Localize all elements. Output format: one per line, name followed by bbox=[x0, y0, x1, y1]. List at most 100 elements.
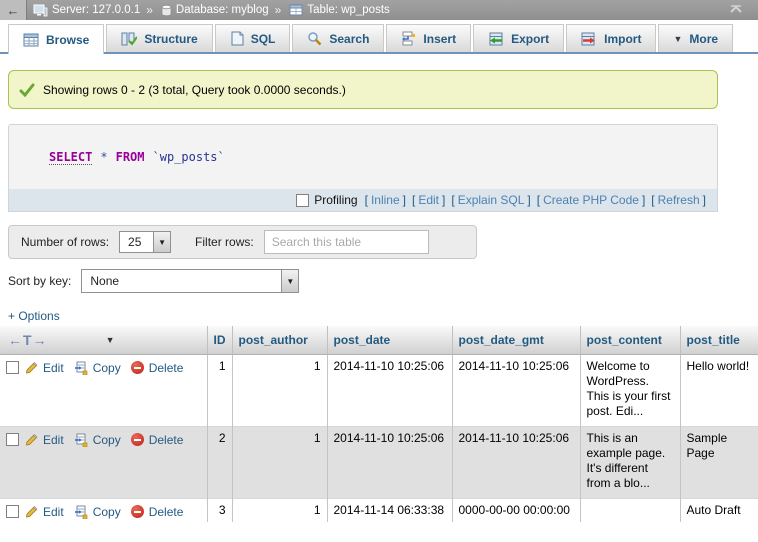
structure-icon bbox=[121, 32, 137, 46]
tab-export[interactable]: Export bbox=[473, 24, 564, 52]
import-icon bbox=[581, 32, 597, 46]
edit-pencil-icon[interactable] bbox=[24, 505, 38, 519]
sql-query-panel: SELECT * FROM `wp_posts` Profiling [ Inli… bbox=[8, 124, 718, 212]
cell-post-title: Sample Page bbox=[680, 426, 758, 498]
copy-link[interactable]: Copy bbox=[93, 361, 121, 375]
status-message: Showing rows 0 - 2 (3 total, Query took … bbox=[8, 70, 718, 109]
column-header-post-date[interactable]: post_date bbox=[327, 326, 452, 354]
tab-label: Search bbox=[329, 32, 369, 46]
refresh-link[interactable]: Refresh bbox=[658, 193, 700, 207]
copy-icon[interactable] bbox=[74, 505, 88, 519]
profiling-label: Profiling bbox=[314, 193, 357, 207]
success-check-icon bbox=[19, 83, 35, 97]
chevron-down-icon: ▼ bbox=[281, 270, 298, 292]
move-columns-icon[interactable]: ←T→ bbox=[8, 332, 48, 348]
delete-link[interactable]: Delete bbox=[149, 433, 184, 447]
insert-icon bbox=[401, 31, 416, 46]
breadcrumb-table[interactable]: Table: wp_posts bbox=[307, 4, 389, 16]
cell-post-title: Auto Draft bbox=[680, 498, 758, 522]
tab-more[interactable]: ▼ More bbox=[658, 24, 733, 52]
table-row: Edit Copy Delete 1 1 2014-11-10 10:25:06… bbox=[0, 354, 758, 426]
cell-post-author: 1 bbox=[232, 354, 327, 426]
delete-link[interactable]: Delete bbox=[149, 361, 184, 375]
sql-icon bbox=[230, 31, 244, 46]
copy-link[interactable]: Copy bbox=[93, 505, 121, 519]
tab-label: Structure bbox=[144, 32, 197, 46]
sql-keyword: FROM bbox=[116, 150, 145, 164]
tab-browse[interactable]: Browse bbox=[8, 24, 104, 54]
edit-query-link[interactable]: Edit bbox=[418, 193, 439, 207]
edit-link[interactable]: Edit bbox=[43, 433, 64, 447]
table-row: Edit Copy Delete 3 1 2014-11-14 06:33:38… bbox=[0, 498, 758, 522]
cell-post-content: This is an example page. It's different … bbox=[580, 426, 680, 498]
sql-identifier: `wp_posts` bbox=[153, 150, 225, 164]
cell-post-date-gmt: 0000-00-00 00:00:00 bbox=[452, 498, 580, 522]
edit-pencil-icon[interactable] bbox=[24, 361, 38, 375]
bracket: ] bbox=[642, 193, 645, 207]
bracket: ] bbox=[703, 193, 706, 207]
cell-id: 1 bbox=[207, 354, 232, 426]
breadcrumb: ← Server: 127.0.0.1 » Database: myblog »… bbox=[0, 0, 758, 20]
tab-label: Browse bbox=[46, 33, 89, 47]
copy-icon[interactable] bbox=[74, 433, 88, 447]
bracket: [ bbox=[412, 193, 415, 207]
bracket: ] bbox=[442, 193, 445, 207]
back-arrow-button[interactable]: ← bbox=[0, 0, 27, 20]
chevron-down-icon: ▼ bbox=[153, 232, 170, 252]
breadcrumb-server[interactable]: Server: 127.0.0.1 bbox=[52, 4, 140, 16]
bracket: ] bbox=[403, 193, 406, 207]
row-checkbox[interactable] bbox=[6, 361, 19, 374]
edit-pencil-icon[interactable] bbox=[24, 433, 38, 447]
breadcrumb-database[interactable]: Database: myblog bbox=[176, 4, 269, 16]
edit-link[interactable]: Edit bbox=[43, 505, 64, 519]
tab-import[interactable]: Import bbox=[566, 24, 656, 52]
tab-insert[interactable]: Insert bbox=[386, 24, 471, 52]
profiling-checkbox[interactable] bbox=[296, 194, 309, 207]
results-controls-bar: Number of rows: 25 ▼ Filter rows: bbox=[8, 225, 477, 259]
number-of-rows-label: Number of rows: bbox=[21, 235, 109, 249]
breadcrumb-separator: » bbox=[146, 3, 153, 17]
column-header-id[interactable]: ID bbox=[207, 326, 232, 354]
column-header-post-title[interactable]: post_title bbox=[680, 326, 758, 354]
number-of-rows-select[interactable]: 25 ▼ bbox=[119, 231, 171, 253]
sort-by-key-select[interactable]: None ▼ bbox=[81, 269, 299, 293]
delete-link[interactable]: Delete bbox=[149, 505, 184, 519]
inline-link[interactable]: Inline bbox=[371, 193, 400, 207]
browse-icon bbox=[23, 33, 39, 47]
cell-id: 3 bbox=[207, 498, 232, 522]
export-icon bbox=[488, 32, 504, 46]
table-icon bbox=[289, 4, 303, 16]
delete-icon[interactable] bbox=[131, 361, 144, 374]
database-icon bbox=[161, 4, 172, 17]
column-header-post-content[interactable]: post_content bbox=[580, 326, 680, 354]
row-checkbox[interactable] bbox=[6, 433, 19, 446]
edit-link[interactable]: Edit bbox=[43, 361, 64, 375]
tab-label: Insert bbox=[423, 32, 456, 46]
sql-keyword: SELECT bbox=[49, 150, 92, 165]
cell-post-content: Welcome to WordPress. This is your first… bbox=[580, 354, 680, 426]
cell-post-date: 2014-11-14 06:33:38 bbox=[327, 498, 452, 522]
delete-icon[interactable] bbox=[131, 505, 144, 518]
tab-search[interactable]: Search bbox=[292, 24, 384, 52]
column-header-post-author[interactable]: post_author bbox=[232, 326, 327, 354]
delete-icon[interactable] bbox=[131, 433, 144, 446]
with-selected-dropdown-icon[interactable]: ▼ bbox=[106, 335, 115, 345]
sql-star: * bbox=[100, 150, 107, 164]
query-options-bar: Profiling [Inline] [Edit] [Explain SQL] … bbox=[9, 189, 717, 211]
copy-icon[interactable] bbox=[74, 361, 88, 375]
column-header-post-date-gmt[interactable]: post_date_gmt bbox=[452, 326, 580, 354]
cell-post-content bbox=[580, 498, 680, 522]
filter-rows-input[interactable] bbox=[264, 230, 429, 254]
create-php-code-link[interactable]: Create PHP Code bbox=[543, 193, 639, 207]
row-checkbox[interactable] bbox=[6, 505, 19, 518]
options-row: + Options bbox=[8, 309, 758, 323]
cell-post-date: 2014-11-10 10:25:06 bbox=[327, 354, 452, 426]
explain-sql-link[interactable]: Explain SQL bbox=[458, 193, 525, 207]
tab-structure[interactable]: Structure bbox=[106, 24, 212, 52]
cell-post-author: 1 bbox=[232, 426, 327, 498]
collapse-panel-icon[interactable] bbox=[728, 4, 744, 14]
tab-sql[interactable]: SQL bbox=[215, 24, 291, 52]
copy-link[interactable]: Copy bbox=[93, 433, 121, 447]
options-toggle-link[interactable]: + Options bbox=[8, 309, 60, 323]
cell-post-date-gmt: 2014-11-10 10:25:06 bbox=[452, 354, 580, 426]
